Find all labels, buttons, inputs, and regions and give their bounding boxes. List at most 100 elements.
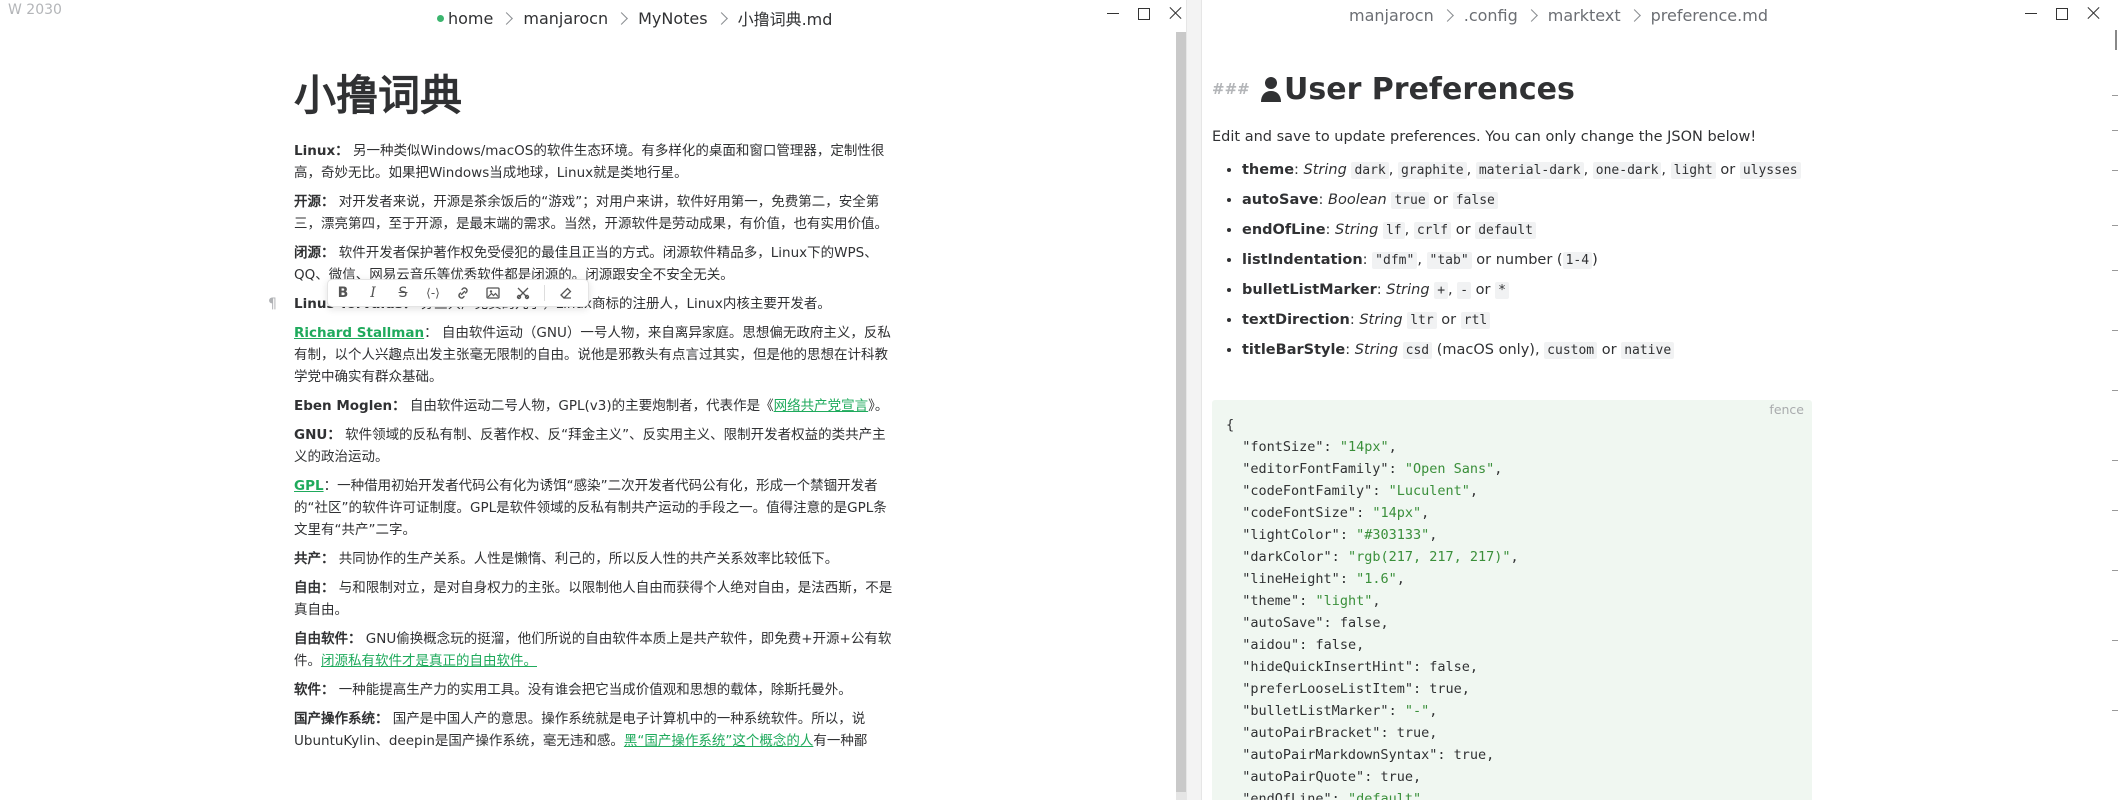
code-line[interactable]: "bulletListMarker": "-", <box>1226 700 1519 722</box>
right-window-controls <box>2024 6 2100 20</box>
term-paragraph[interactable]: Richard Stallman： 自由软件运动（GNU）一号人物，来自离异家庭… <box>294 322 894 388</box>
json-key: "codeFontFamily" <box>1242 483 1373 499</box>
preference-key: endOfLine <box>1242 222 1326 238</box>
term-paragraph[interactable]: 软件： 一种能提高生产力的实用工具。没有谁会把它当成价值观和思想的载体，除斯托曼… <box>294 679 894 701</box>
code-line[interactable]: "lineHeight": "1.6", <box>1226 568 1519 590</box>
json-value: "#303133" <box>1356 527 1430 543</box>
eraser-icon[interactable] <box>557 284 575 302</box>
term-name: GNU： <box>294 427 341 443</box>
maximize-icon[interactable] <box>1138 7 1150 20</box>
breadcrumb-item[interactable]: home <box>448 9 493 28</box>
left-editor-window: W 2030 home manjarocn MyNotes 小撸词典.md 小撸… <box>0 0 1202 800</box>
link-icon[interactable] <box>454 284 472 302</box>
close-icon[interactable] <box>2086 6 2100 20</box>
term-name-link[interactable]: GPL <box>294 478 324 494</box>
scrollbar-thumb[interactable] <box>1176 32 1186 792</box>
code-line[interactable]: "aidou": false, <box>1226 634 1519 656</box>
breadcrumb-item[interactable]: preference.md <box>1651 6 1768 25</box>
preference-item[interactable]: textDirection: String ltr or rtl <box>1242 308 1812 333</box>
json-code[interactable]: { "fontSize": "14px", "editorFontFamily"… <box>1226 414 1519 800</box>
chevron-right-icon <box>500 11 514 25</box>
minimize-icon[interactable] <box>1106 6 1120 20</box>
inline-code: csd <box>1402 342 1433 359</box>
code-line[interactable]: { <box>1226 414 1519 436</box>
inline-link[interactable]: 网络共产党宣言 <box>774 398 869 414</box>
clear-format-icon[interactable] <box>514 284 532 302</box>
left-scrollbar[interactable] <box>1176 32 1186 800</box>
preference-text: (macOS only), <box>1432 342 1545 358</box>
code-line[interactable]: "codeFontFamily": "Luculent", <box>1226 480 1519 502</box>
preference-item[interactable]: titleBarStyle: String csd (macOS only), … <box>1242 338 1812 363</box>
breadcrumb-item[interactable]: 小撸词典.md <box>738 6 833 30</box>
preference-list: theme: String dark, graphite, material-d… <box>1212 158 1812 363</box>
preference-text: or <box>1471 282 1496 298</box>
code-line[interactable]: "autoPairBracket": true, <box>1226 722 1519 744</box>
preference-key: autoSave <box>1242 192 1319 208</box>
left-document[interactable]: 小撸词典 Linux： 另一种类似Windows/macOS的软件生态环境。有多… <box>268 66 894 759</box>
word-count[interactable]: W 2030 <box>8 2 62 18</box>
json-key: "lineHeight" <box>1242 571 1340 587</box>
preference-item[interactable]: bulletListMarker: String +, - or * <box>1242 278 1812 303</box>
preference-item[interactable]: endOfLine: String lf, crlf or default <box>1242 218 1812 243</box>
preference-key: titleBarStyle <box>1242 342 1346 358</box>
italic-button[interactable]: I <box>364 284 382 302</box>
code-language-label[interactable]: fence <box>1769 402 1804 417</box>
json-key: "endOfLine" <box>1242 791 1332 800</box>
term-definition: 另一种类似Windows/macOS的软件生态环境。有多样化的桌面和窗口管理器，… <box>294 143 885 181</box>
code-line[interactable]: "endOfLine": "default", <box>1226 788 1519 800</box>
breadcrumb-item[interactable]: marktext <box>1548 6 1621 25</box>
preference-type: String <box>1335 222 1379 238</box>
code-line[interactable]: "editorFontFamily": "Open Sans", <box>1226 458 1519 480</box>
term-paragraph[interactable]: 自由软件： GNU偷换概念玩的挺溜，他们所说的自由软件本质上是共产软件，即免费+… <box>294 628 894 672</box>
term-paragraph[interactable]: Linux： 另一种类似Windows/macOS的软件生态环境。有多样化的桌面… <box>294 140 894 184</box>
json-key: "hideQuickInsertHint" <box>1242 659 1413 675</box>
preference-item[interactable]: listIndentation: "dfm", "tab" or number … <box>1242 248 1812 273</box>
code-line[interactable]: "theme": "light", <box>1226 590 1519 612</box>
code-line[interactable]: "codeFontSize": "14px", <box>1226 502 1519 524</box>
code-line[interactable]: "preferLooseListItem": true, <box>1226 678 1519 700</box>
code-fence-block[interactable]: fence { "fontSize": "14px", "editorFontF… <box>1212 400 1812 800</box>
inline-link[interactable]: 闭源私有软件才是真正的自由软件。 <box>321 653 537 669</box>
inline-code-button[interactable]: ⟨-⟩ <box>424 284 442 302</box>
chevron-right-icon <box>1627 9 1641 22</box>
bold-button[interactable]: B <box>334 284 352 302</box>
code-line[interactable]: "autoPairQuote": true, <box>1226 766 1519 788</box>
code-line[interactable]: "hideQuickInsertHint": false, <box>1226 656 1519 678</box>
term-paragraph[interactable]: 共产： 共同协作的生产关系。人性是懒惰、利己的，所以反人性的共产关系效率比较低下… <box>294 548 894 570</box>
term-paragraph[interactable]: 国产操作系统： 国产是中国人产的意思。操作系统就是电子计算机中的一种系统软件。所… <box>294 708 894 752</box>
code-line[interactable]: "autoSave": false, <box>1226 612 1519 634</box>
code-line[interactable]: "darkColor": "rgb(217, 217, 217)", <box>1226 546 1518 568</box>
right-document[interactable]: ### User Preferences Edit and save to up… <box>1212 70 1812 368</box>
minimize-icon[interactable] <box>2024 6 2038 20</box>
term-paragraph[interactable]: Eben Moglen： 自由软件运动二号人物，GPL(v3)的主要炮制者，代表… <box>294 395 894 417</box>
pilcrow-icon[interactable]: ¶ <box>268 293 277 315</box>
term-paragraph[interactable]: GNU： 软件领域的反私有制、反著作权、反“拜金主义”、反实用主义、限制开发者权… <box>294 424 894 468</box>
preference-type: String <box>1354 342 1399 358</box>
breadcrumb-item[interactable]: .config <box>1464 6 1518 25</box>
inline-link[interactable]: 黑“国产操作系统”这个概念的人 <box>624 733 814 749</box>
close-icon[interactable] <box>1168 6 1182 20</box>
page-title[interactable]: 小撸词典 <box>294 66 894 126</box>
breadcrumb-item[interactable]: MyNotes <box>638 9 707 28</box>
breadcrumb-item[interactable]: manjarocn <box>1349 6 1434 25</box>
preference-item[interactable]: theme: String dark, graphite, material-d… <box>1242 158 1812 183</box>
term-paragraph[interactable]: GPL：一种借用初始开发者代码公有化为诱饵“感染”二次开发者代码公有化，形成一个… <box>294 475 894 541</box>
intro-paragraph[interactable]: Edit and save to update preferences. You… <box>1212 126 1812 148</box>
heading-row[interactable]: ### User Preferences <box>1212 70 1812 108</box>
code-line[interactable]: "lightColor": "#303133", <box>1226 524 1519 546</box>
window-divider[interactable] <box>1186 0 1202 800</box>
code-line[interactable]: "autoPairMarkdownSyntax": true, <box>1226 744 1519 766</box>
maximize-icon[interactable] <box>2056 7 2068 20</box>
term-name-link[interactable]: Richard Stallman <box>294 325 424 341</box>
term-paragraph[interactable]: 开源： 对开发者来说，开源是茶余饭后的“游戏”；对用户来讲，软件好用第一，免费第… <box>294 191 894 235</box>
json-value: "14px" <box>1339 439 1389 455</box>
image-icon[interactable] <box>484 284 502 302</box>
json-key: "codeFontSize" <box>1242 505 1357 521</box>
strikethrough-button[interactable]: S <box>394 284 412 302</box>
right-scrollbar[interactable] <box>2112 30 2121 800</box>
code-line[interactable]: "fontSize": "14px", <box>1226 436 1519 458</box>
term-paragraph[interactable]: 自由： 与和限制对立，是对自身权力的主张。以限制他人自由而获得个人绝对自由，是法… <box>294 577 894 621</box>
inline-code: 1-4 <box>1562 252 1593 269</box>
preference-item[interactable]: autoSave: Boolean true or false <box>1242 188 1812 213</box>
breadcrumb-item[interactable]: manjarocn <box>523 9 608 28</box>
